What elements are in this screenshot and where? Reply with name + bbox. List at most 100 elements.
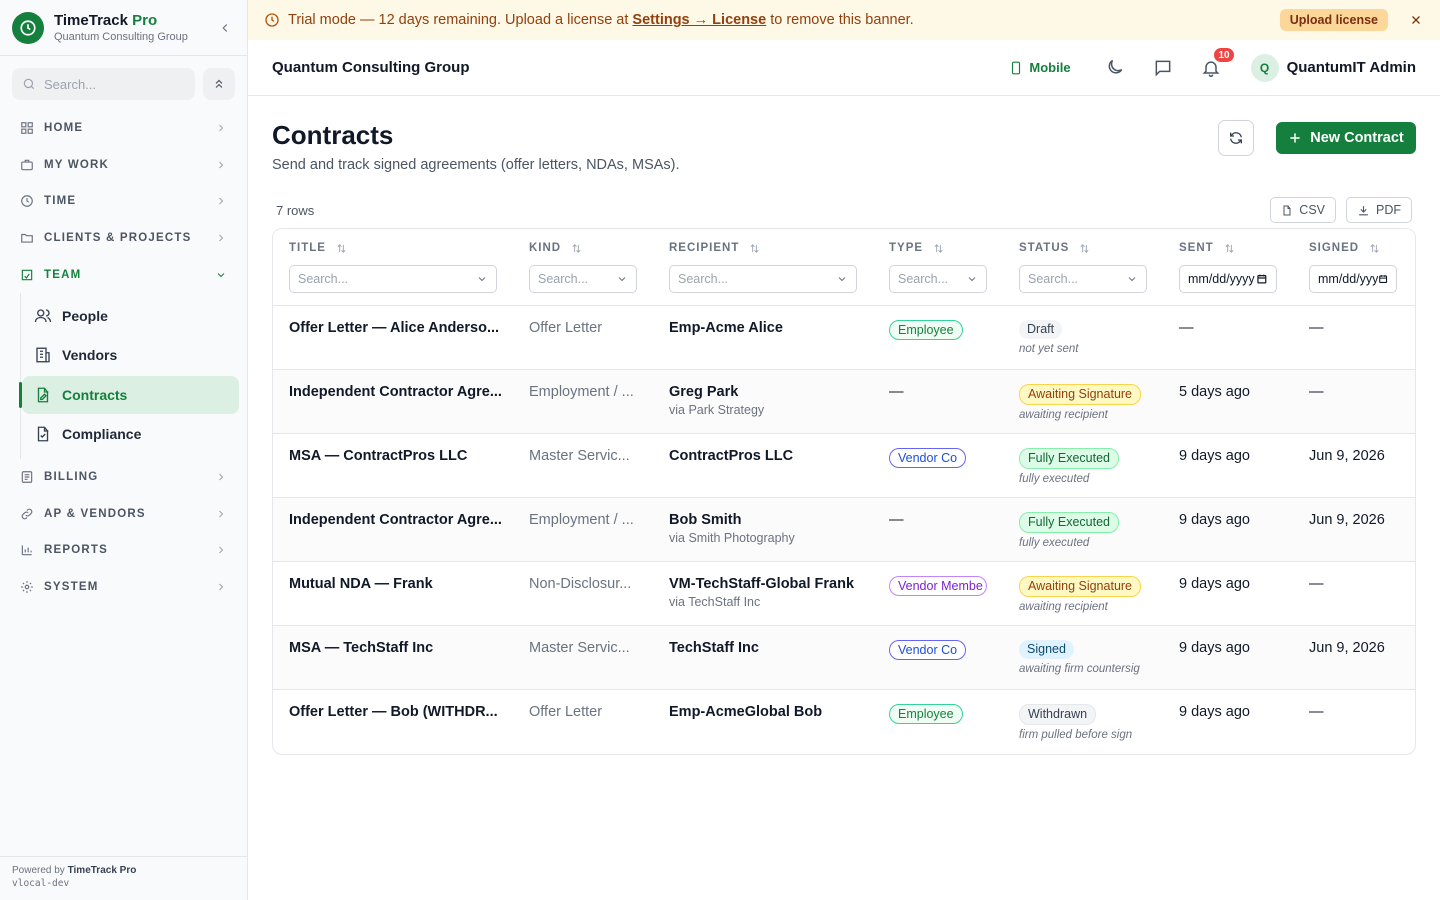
type-empty: —: [889, 512, 904, 528]
collapse-sidebar-button[interactable]: [215, 18, 235, 38]
close-banner-button[interactable]: [1408, 12, 1424, 28]
sidebar-item-system[interactable]: SYSTEM: [0, 569, 247, 606]
recipient-via: via TechStaff Inc: [669, 595, 761, 609]
sidebar-item-reports[interactable]: REPORTS: [0, 532, 247, 569]
column-header-recipient: RECIPIENT: [653, 229, 873, 306]
refresh-button[interactable]: [1218, 120, 1254, 156]
sortable-header[interactable]: RECIPIENT: [669, 241, 873, 255]
sortable-header[interactable]: TITLE: [289, 241, 513, 255]
topbar: Quantum Consulting Group Mobile 10 Q Qua…: [248, 40, 1440, 96]
column-filter-input[interactable]: [898, 272, 962, 286]
contract-title-link[interactable]: Offer Letter — Bob (WITHDR...: [289, 704, 513, 720]
sortable-header[interactable]: TYPE: [889, 241, 1003, 255]
powered-by: Powered by TimeTrack Pro: [12, 865, 137, 876]
sortable-header[interactable]: SENT: [1179, 241, 1293, 255]
column-filter-input[interactable]: [1028, 272, 1116, 286]
export-csv-button[interactable]: CSV: [1270, 197, 1336, 223]
column-filter-input[interactable]: [298, 272, 450, 286]
column-filter[interactable]: [669, 265, 857, 293]
table-row[interactable]: MSA — ContractPros LLC Master Servic... Co…: [273, 433, 1415, 498]
contracts-table: TITLE KIND RECIPIENT TYPE STATUS SENT mm/dd/yy…: [272, 228, 1416, 755]
mobile-link[interactable]: Mobile: [1009, 60, 1071, 76]
column-filter-input[interactable]: [678, 272, 814, 286]
chevron-right-icon: [219, 234, 224, 242]
sidebar-item-billing[interactable]: BILLING: [0, 459, 247, 496]
new-contract-button[interactable]: New Contract: [1276, 122, 1416, 154]
sidebar-search[interactable]: [12, 68, 195, 100]
chevron-right-icon: [219, 510, 224, 518]
plus-icon: [1290, 133, 1300, 143]
signed-date: Jun 9, 2026: [1309, 448, 1385, 464]
column-header-sent: SENT mm/dd/yyyy: [1163, 229, 1293, 306]
sidebar-item-my-work[interactable]: MY WORK: [0, 147, 247, 184]
sortable-header[interactable]: KIND: [529, 241, 653, 255]
table-row[interactable]: Offer Letter — Bob (WITHDR... Offer Lette…: [273, 690, 1415, 754]
sortable-header[interactable]: SIGNED: [1309, 241, 1415, 255]
table-row[interactable]: MSA — TechStaff Inc Master Servic... TechS…: [273, 625, 1415, 690]
contract-kind: Non-Disclosur...: [529, 576, 632, 592]
sidebar-item-vendors[interactable]: Vendors: [22, 336, 239, 374]
table-row[interactable]: Independent Contractor Agre... Employment…: [273, 497, 1415, 562]
clock-logo-icon: [12, 11, 44, 44]
table-row[interactable]: Independent Contractor Agre... Employment…: [273, 369, 1415, 434]
sidebar-item-time[interactable]: TIME: [0, 183, 247, 220]
people-icon: [34, 309, 52, 323]
page-subtitle: Send and track signed agreements (offer …: [272, 157, 680, 173]
calendar-icon: [1257, 274, 1267, 284]
date-filter[interactable]: mm/dd/yyyy: [1309, 265, 1397, 293]
column-filter[interactable]: [529, 265, 637, 293]
table-row[interactable]: Mutual NDA — Frank Non-Disclosur... VM-Tec…: [273, 561, 1415, 626]
contract-kind: Master Servic...: [529, 448, 630, 464]
sidebar-search-input[interactable]: [44, 76, 184, 92]
recipient-name: ContractPros LLC: [669, 448, 794, 464]
sidebar-item-contracts[interactable]: Contracts: [19, 375, 239, 414]
user-menu[interactable]: Q QuantumIT Admin: [1250, 53, 1416, 82]
column-filter[interactable]: [289, 265, 497, 293]
contract-title-link[interactable]: Independent Contractor Agre...: [289, 512, 513, 528]
clock-warning-icon: [265, 13, 279, 27]
contract-title-link[interactable]: MSA — ContractPros LLC: [289, 448, 513, 464]
building-icon: [36, 348, 50, 363]
sidebar-item-clients-projects[interactable]: CLIENTS & PROJECTS: [0, 220, 247, 257]
theme-toggle-button[interactable]: [1103, 56, 1127, 80]
avatar: Q: [1250, 53, 1279, 82]
collapse-all-button[interactable]: [203, 68, 235, 100]
type-empty: —: [889, 384, 904, 400]
messages-button[interactable]: [1151, 56, 1175, 80]
sidebar-nav: HOME MY WORK TIME CLIENTS & PROJECTS TEA…: [0, 100, 247, 605]
message-square-icon: [1155, 60, 1170, 76]
receipt-icon: [21, 471, 33, 484]
status-badge: Awaiting Signature: [1019, 384, 1142, 405]
contract-title-link[interactable]: Mutual NDA — Frank: [289, 576, 513, 592]
contract-title-link[interactable]: MSA — TechStaff Inc: [289, 640, 513, 656]
export-pdf-button[interactable]: PDF: [1346, 197, 1412, 223]
column-filter[interactable]: [1019, 265, 1147, 293]
contract-title-link[interactable]: Independent Contractor Agre...: [289, 384, 513, 400]
sent-date: 9 days ago: [1179, 640, 1250, 656]
contract-kind: Offer Letter: [529, 320, 603, 336]
date-filter[interactable]: mm/dd/yyyy: [1179, 265, 1277, 293]
sent-date: 9 days ago: [1179, 704, 1250, 720]
status-badge: Signed: [1019, 640, 1074, 659]
notifications-button[interactable]: 10: [1199, 46, 1235, 80]
sidebar-item-home[interactable]: HOME: [0, 110, 247, 147]
chevron-down-icon: [838, 277, 846, 282]
type-badge: Vendor Co: [889, 448, 967, 468]
column-header-type: TYPE: [873, 229, 1003, 306]
sidebar-item-ap-vendors[interactable]: AP & VENDORS: [0, 496, 247, 533]
status-badge: Awaiting Signature: [1019, 576, 1142, 597]
table-row[interactable]: Offer Letter — Alice Anderso... Offer Let…: [273, 305, 1415, 370]
signed-date: Jun 9, 2026: [1309, 640, 1385, 656]
sidebar-item-compliance[interactable]: Compliance: [22, 415, 239, 453]
column-filter[interactable]: [889, 265, 987, 293]
chevron-down-icon: [618, 277, 626, 282]
sidebar-item-team[interactable]: TEAM: [0, 256, 247, 293]
sortable-header[interactable]: STATUS: [1019, 241, 1163, 255]
status-badge: Fully Executed: [1019, 512, 1119, 533]
sidebar-item-people[interactable]: People: [22, 297, 239, 335]
contract-title-link[interactable]: Offer Letter — Alice Anderso...: [289, 320, 513, 336]
column-filter-input[interactable]: [538, 272, 610, 286]
sent-date: —: [1179, 320, 1194, 336]
upload-license-button[interactable]: Upload license: [1279, 9, 1388, 31]
license-settings-link[interactable]: Settings → License: [632, 12, 766, 28]
